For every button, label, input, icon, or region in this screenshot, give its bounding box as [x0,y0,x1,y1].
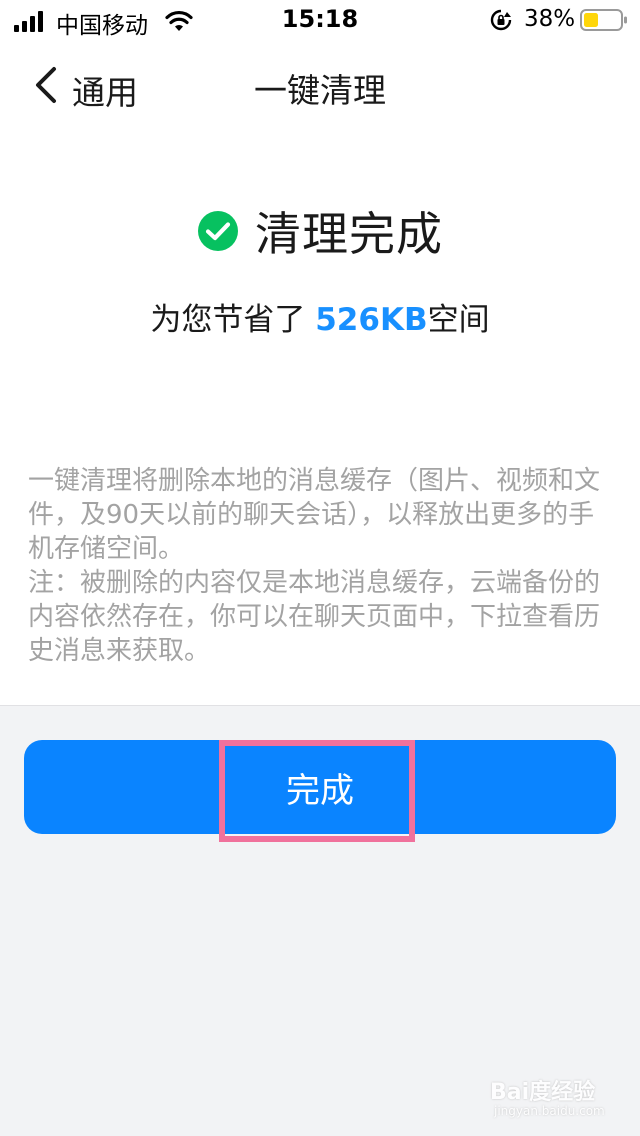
saved-prefix: 为您节省了 [150,302,316,338]
saved-suffix: 空间 [427,302,490,338]
description-line-2: 注：被删除的内容仅是本地消息缓存，云端备份的内容依然存在，你可以在聊天页面中，下… [28,568,601,666]
done-button-label: 完成 [286,770,354,811]
page-title: 一键清理 [254,71,386,110]
check-circle-icon [198,211,238,251]
battery-icon [580,9,627,31]
saved-space-text: 为您节省了 526KB空间 [0,294,640,344]
watermark-url: jingyan.baidu.com [494,1104,605,1118]
battery-percent: 38% [524,6,576,32]
orientation-lock-icon [490,9,512,31]
watermark-text: Bai度经验 [490,1080,596,1105]
result-title: 清理完成 [255,207,443,261]
saved-size: 526KB [315,302,428,338]
done-button[interactable]: 完成 [24,740,616,834]
result-header: 清理完成 [0,196,640,266]
watermark: Bai度经验 jingyan.baidu.com [490,1068,610,1128]
cleanup-description: 一键清理将删除本地的消息缓存（图片、视频和文件，及90天以前的聊天会话），以释放… [28,464,612,668]
status-bar: 中国移动 15:18 38% [0,0,640,40]
description-line-1: 一键清理将删除本地的消息缓存（图片、视频和文件，及90天以前的聊天会话），以释放… [28,466,601,564]
section-divider [0,705,640,706]
